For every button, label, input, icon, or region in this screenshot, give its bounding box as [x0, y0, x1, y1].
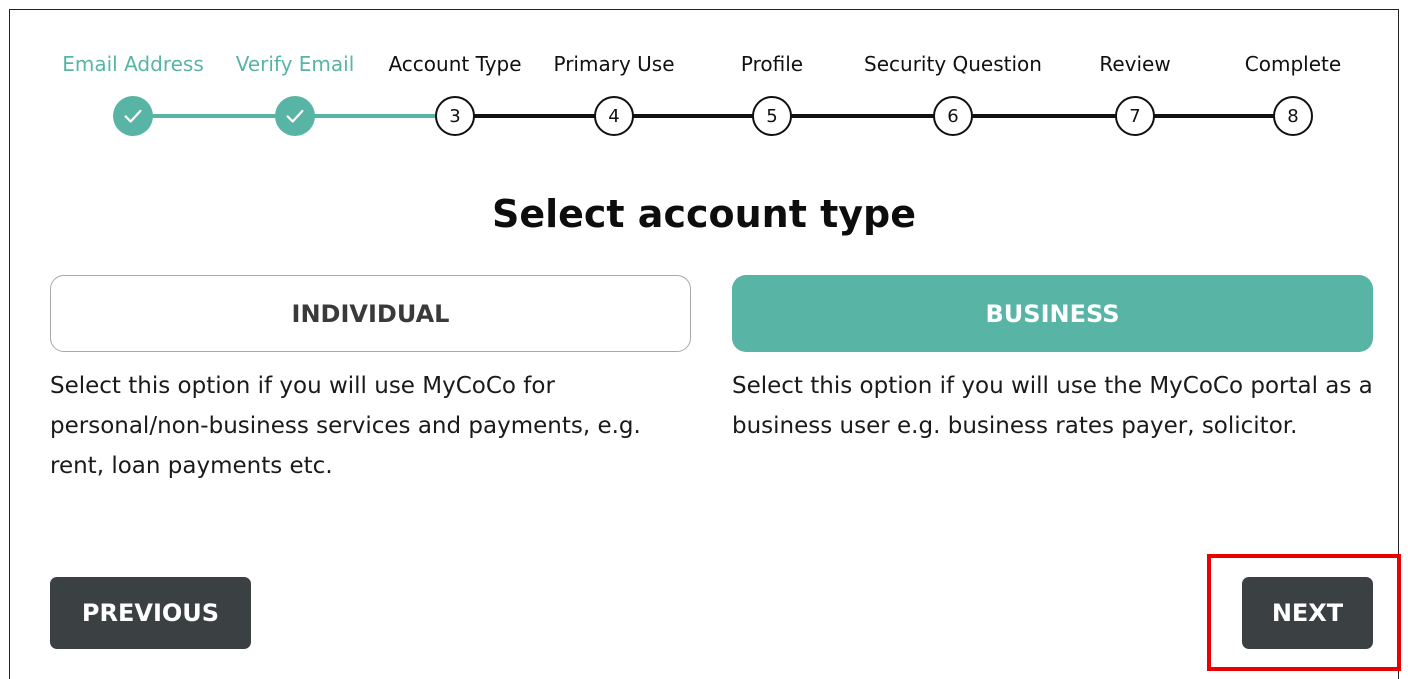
step-7-circle: 7: [1115, 96, 1155, 136]
step-label-primary-use: Primary Use: [553, 52, 675, 76]
step-connector-done: [295, 114, 455, 118]
step-label-email-address: Email Address: [62, 52, 204, 76]
step-3-circle: 3: [435, 96, 475, 136]
check-icon: [286, 109, 304, 123]
step-6-circle: 6: [933, 96, 973, 136]
business-option-description: Select this option if you will use the M…: [732, 373, 1373, 439]
previous-button[interactable]: PREVIOUS: [50, 577, 251, 649]
step-label-profile: Profile: [740, 52, 804, 76]
next-button-highlight: [1207, 554, 1401, 671]
step-label-account-type: Account Type: [388, 52, 522, 76]
step-connector: [953, 114, 1135, 118]
check-icon: [124, 109, 142, 123]
step-label-verify-email: Verify Email: [235, 52, 355, 76]
step-connector: [1135, 114, 1293, 118]
individual-option-description: Select this option if you will use MyCoC…: [50, 373, 641, 479]
progress-stepper: Email Address Verify Email Account Type …: [0, 0, 1408, 150]
step-connector: [614, 114, 772, 118]
step-1-complete: [113, 96, 153, 136]
page-title: Select account type: [491, 192, 917, 236]
step-label-complete: Complete: [1244, 52, 1342, 76]
step-connector: [772, 114, 953, 118]
step-connector: [455, 114, 614, 118]
step-label-security-question: Security Question: [864, 52, 1042, 76]
individual-option-button[interactable]: INDIVIDUAL: [50, 275, 691, 352]
step-connector-done: [133, 114, 295, 118]
business-option-button[interactable]: BUSINESS: [732, 275, 1373, 352]
step-label-review: Review: [1099, 52, 1171, 76]
step-8-circle: 8: [1273, 96, 1313, 136]
step-5-circle: 5: [752, 96, 792, 136]
step-2-complete: [275, 96, 315, 136]
step-4-circle: 4: [594, 96, 634, 136]
